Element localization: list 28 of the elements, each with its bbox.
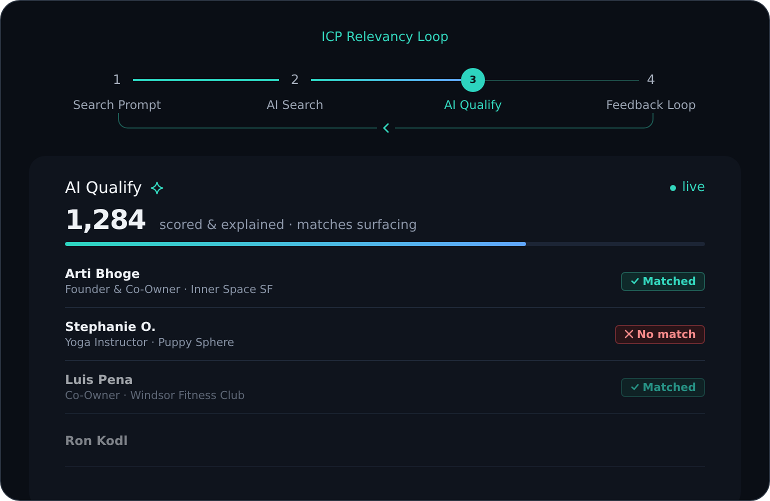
step-number: 2 xyxy=(290,72,300,90)
match-badge: Matched xyxy=(620,378,705,396)
status-label: live xyxy=(682,180,705,195)
step-label: Search Prompt xyxy=(72,98,162,112)
sparkle-icon xyxy=(150,180,164,194)
person-name: Stephanie O. xyxy=(65,319,157,334)
step-number: 3 xyxy=(461,68,485,92)
status-dot xyxy=(670,184,676,190)
match-badge: Matched xyxy=(620,272,705,290)
step-label: AI Search xyxy=(266,98,324,112)
check-icon xyxy=(630,382,640,392)
step-label: AI Qualify xyxy=(444,98,502,112)
match-badge: No match xyxy=(614,324,705,344)
close-icon xyxy=(624,329,634,339)
person-name: Luis Pena xyxy=(65,372,134,387)
diagram-title: ICP Relevancy Loop xyxy=(320,30,450,47)
check-icon xyxy=(630,276,640,286)
count-caption: scored & explained · matches surfacing xyxy=(159,218,417,233)
step-label: Feedback Loop xyxy=(606,98,696,112)
count-value: 1,284 xyxy=(65,205,146,236)
person-name: Arti Bhoge xyxy=(65,266,141,281)
card-title: AI Qualify xyxy=(65,178,142,197)
person-role: Founder & Co-Owner · Inner Space SF xyxy=(65,283,274,296)
step-number: 4 xyxy=(646,72,656,90)
person-role: Yoga Instructor · Puppy Sphere xyxy=(65,336,234,349)
person-name: Ron Kodl xyxy=(65,432,128,448)
person-role: Co-Owner · Windsor Fitness Club xyxy=(65,389,245,402)
step-number: 1 xyxy=(112,72,122,90)
